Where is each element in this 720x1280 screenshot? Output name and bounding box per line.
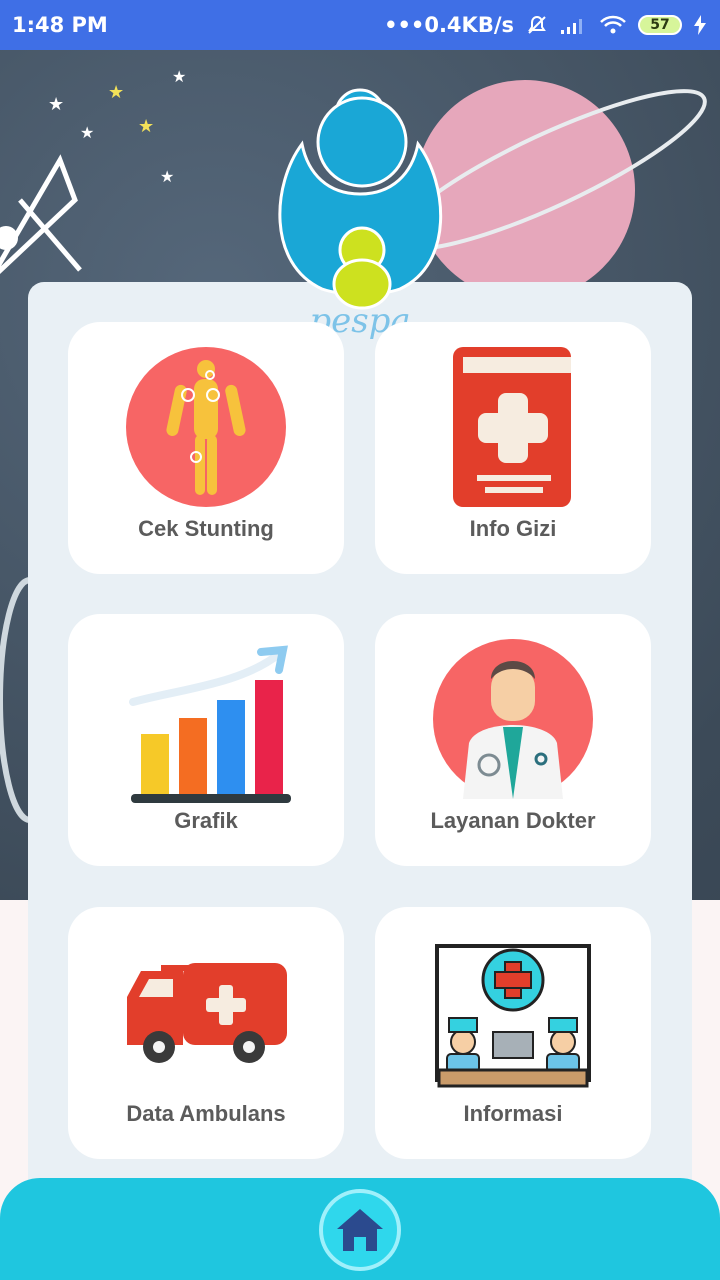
status-bar: 1:48 PM •••0.4KB/s 57 <box>0 0 720 50</box>
layanan-dokter-card[interactable]: Layanan Dokter <box>375 614 651 866</box>
bell-muted-icon <box>528 15 546 34</box>
ambulance-icon <box>127 963 287 1063</box>
wifi-icon <box>600 15 626 34</box>
charging-icon <box>694 15 706 35</box>
cek-stunting-label: Cek Stunting <box>138 516 274 541</box>
svg-text:★: ★ <box>160 169 174 186</box>
svg-text:★: ★ <box>108 82 124 102</box>
informasi-card[interactable]: Informasi <box>375 907 651 1159</box>
cek-stunting-card[interactable]: Cek Stunting <box>68 322 344 574</box>
app-logo: pespa <box>262 84 458 344</box>
battery-indicator: 57 <box>638 15 682 35</box>
medical-book-icon <box>453 347 571 507</box>
status-icons: •••0.4KB/s 57 <box>384 13 706 37</box>
bar-chart-icon <box>129 645 291 803</box>
data-ambulans-card[interactable]: Data Ambulans <box>68 907 344 1159</box>
network-speed: •••0.4KB/s <box>384 13 514 37</box>
svg-text:★: ★ <box>138 116 154 136</box>
signal-icon <box>561 19 582 34</box>
svg-text:★: ★ <box>48 94 64 114</box>
svg-text:★: ★ <box>172 69 186 86</box>
layanan-dokter-label: Layanan Dokter <box>430 808 596 833</box>
status-time: 1:48 PM <box>12 13 108 37</box>
grafik-card[interactable]: Grafik <box>68 614 344 866</box>
grafik-label: Grafik <box>174 808 238 833</box>
doctor-icon <box>433 639 593 799</box>
informasi-label: Informasi <box>463 1101 563 1126</box>
data-ambulans-label: Data Ambulans <box>126 1101 286 1126</box>
info-gizi-card[interactable]: Info Gizi <box>375 322 651 574</box>
svg-text:★: ★ <box>80 125 94 142</box>
hospital-info-icon <box>435 944 591 1088</box>
info-gizi-label: Info Gizi <box>469 516 557 541</box>
body-scan-icon <box>126 347 286 507</box>
home-icon <box>337 1209 383 1251</box>
home-button[interactable] <box>319 1189 401 1271</box>
